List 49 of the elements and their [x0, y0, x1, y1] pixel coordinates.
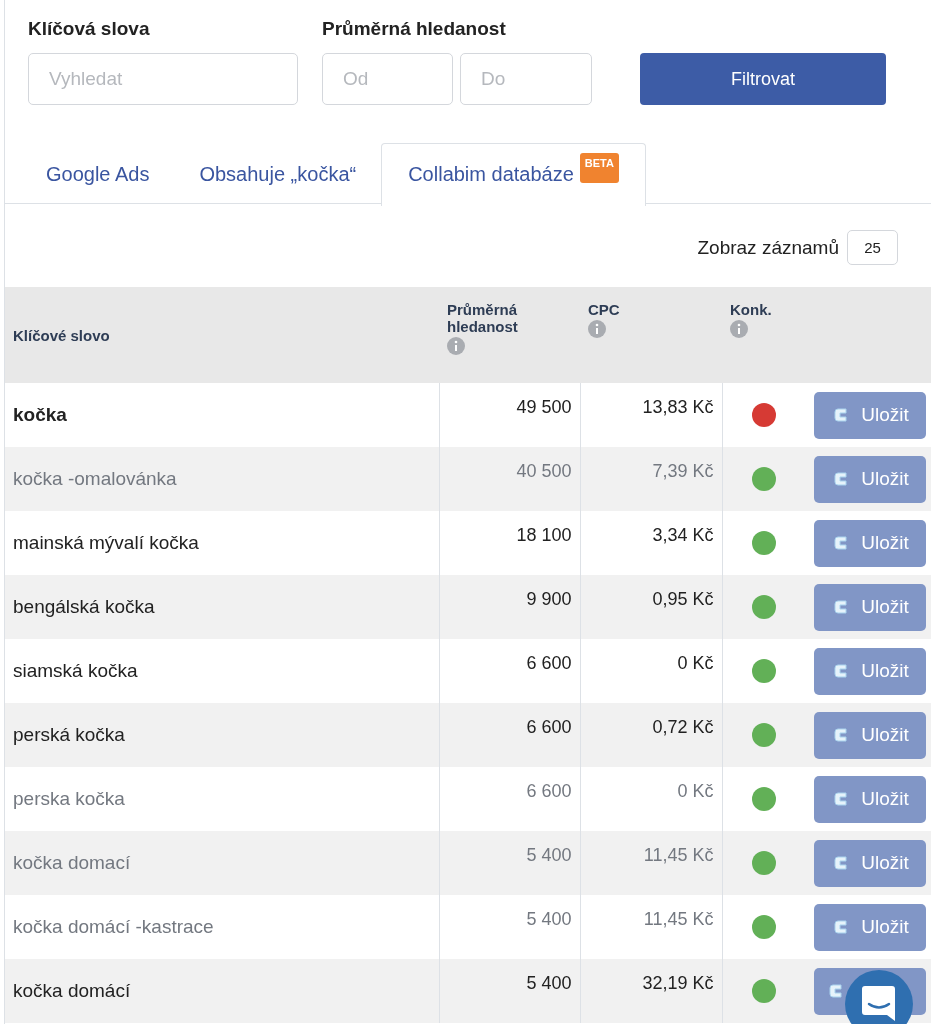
info-icon	[588, 320, 606, 338]
from-field[interactable]: Od	[322, 53, 453, 105]
table-cell: 7,39 Kč	[580, 447, 722, 511]
save-button[interactable]: Uložit	[814, 647, 926, 695]
field-label: Klíčová slova	[28, 18, 151, 40]
table-cell: 0,72 Kč	[580, 703, 722, 767]
save-button[interactable]: Uložit	[814, 775, 926, 823]
save-button[interactable]: Uložit	[814, 455, 926, 503]
tab[interactable]: Obsahuje „kočka“	[174, 143, 382, 204]
save-button[interactable]: Uložit	[814, 903, 926, 951]
info-icon	[730, 320, 748, 338]
save-button[interactable]: Uložit	[814, 519, 926, 567]
field-label: Průměrná hledanost	[322, 18, 507, 40]
table-cell: 40 500	[439, 447, 580, 511]
save-button[interactable]: Uložit	[814, 839, 926, 887]
table-cell: 32,19 Kč	[580, 959, 722, 1023]
table-cell: 9 900	[439, 575, 580, 639]
keyword-cell: kočka	[5, 383, 439, 447]
column-header: CPC	[588, 301, 620, 318]
filter-button[interactable]: Filtrovat	[640, 53, 886, 105]
keyword-cell: kočka domácí -kastrace	[5, 895, 439, 959]
keyword-cell: perska kočka	[5, 767, 439, 831]
keyword-cell: kočka domací	[5, 831, 439, 895]
keyword-cell: siamská kočka	[5, 639, 439, 703]
keyword-cell: kočka domácí	[5, 959, 439, 1023]
page-size-field[interactable]: 25	[847, 230, 898, 265]
table-cell: 5 400	[439, 959, 580, 1023]
table-cell: 0,95 Kč	[580, 575, 722, 639]
table-cell: 6 600	[439, 703, 580, 767]
keyword-cell: perská kočka	[5, 703, 439, 767]
table-cell: 11,45 Kč	[580, 831, 722, 895]
info-icon	[447, 337, 465, 355]
tab[interactable]: Google Ads	[21, 143, 175, 204]
column-header: Klíčové slovo	[13, 326, 110, 344]
save-button[interactable]: Uložit	[814, 391, 926, 439]
keyword-cell: mainská mývalí kočka	[5, 511, 439, 575]
chat-icon[interactable]	[845, 970, 913, 1024]
tab[interactable]: Collabim databáze BETA	[381, 143, 646, 206]
column-header: Konk.	[730, 301, 772, 318]
to-field[interactable]: Do	[460, 53, 592, 105]
page-size-label: Zobraz záznamů	[697, 236, 839, 259]
keyword-cell: bengálská kočka	[5, 575, 439, 639]
save-button[interactable]: Uložit	[814, 711, 926, 759]
search-field[interactable]: Vyhledat	[28, 53, 298, 105]
keyword-cell: kočka -omalovánka	[5, 447, 439, 511]
beta-badge: BETA	[579, 153, 619, 183]
save-button[interactable]: Uložit	[814, 583, 926, 631]
table-cell: 5 400	[439, 831, 580, 895]
column-header: Průměrná hledanost	[447, 301, 519, 335]
